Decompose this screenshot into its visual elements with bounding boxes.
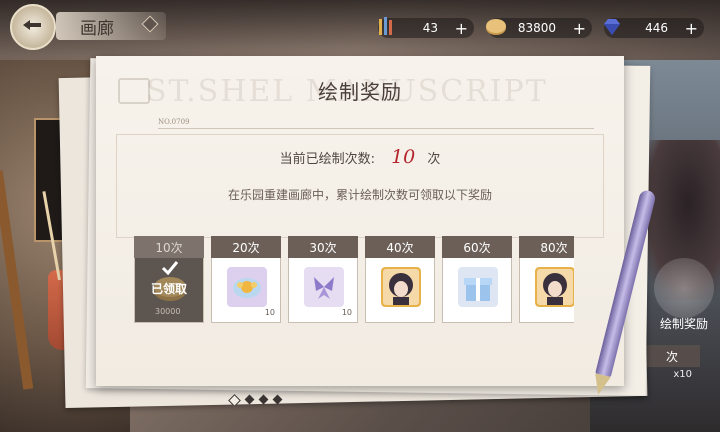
tier-body: 已领取 30000 — [134, 258, 204, 323]
tier-body — [365, 258, 435, 323]
tier-label: 40次 — [365, 236, 435, 258]
gift-box-icon — [458, 267, 498, 307]
back-button[interactable] — [10, 4, 56, 50]
paint-brushes-icon — [379, 17, 392, 35]
add-brushes-button[interactable]: + — [455, 19, 468, 38]
draw-count-row: 当前已绘制次数: 10 次 — [96, 146, 624, 168]
reward-panel: ST.SHEL MANUSCRIPT 绘制奖励 NO.0709 当前已绘制次数:… — [96, 56, 624, 386]
character-portrait-icon — [535, 267, 574, 307]
tier-body: 5 — [519, 258, 574, 323]
reward-tier[interactable]: 40次 — [365, 236, 435, 324]
draw-count-unit: 次 — [427, 152, 441, 167]
reward-tier[interactable]: 10次 已领取 30000 — [134, 236, 204, 324]
page-dot[interactable] — [272, 394, 283, 405]
page-dot[interactable] — [258, 394, 269, 405]
reward-tier[interactable]: 60次 — [442, 236, 512, 324]
reward-tier[interactable]: 80次 5 — [519, 236, 574, 324]
tier-quantity: 10 — [341, 308, 352, 317]
tier-label: 80次 — [519, 236, 574, 258]
draw-reward-side-button[interactable]: 绘制奖励 — [654, 258, 714, 331]
claimed-label: 已领取 — [150, 282, 187, 296]
back-icon — [23, 20, 41, 30]
coins-count: 83800 — [517, 21, 556, 35]
add-coins-button[interactable]: + — [573, 19, 586, 38]
resource-brushes: 43 + — [378, 17, 474, 38]
tier-quantity: 30000 — [155, 307, 181, 316]
character-portrait-icon — [381, 267, 421, 307]
tier-body: 10 — [288, 258, 358, 323]
brushes-count: 43 — [422, 21, 438, 35]
checkmark-icon — [161, 261, 179, 276]
resource-gems: 446 + — [604, 18, 704, 38]
draw-times-badge: 次 — [644, 345, 700, 367]
tier-label: 30次 — [288, 236, 358, 258]
tier-label: 60次 — [442, 236, 512, 258]
top-bar: 画廊 43 + 83800 + 446 + — [0, 0, 720, 56]
resource-coins: 83800 + — [486, 18, 592, 38]
draw-reward-side-label: 绘制奖励 — [659, 317, 708, 331]
tier-body — [442, 258, 512, 323]
purple-butterfly-icon — [304, 267, 344, 307]
gold-coin-icon — [486, 19, 506, 35]
reward-description: 在乐园重建画廊中，累计绘制次数可领取以下奖励 — [227, 188, 492, 202]
tier-label: 10次 — [134, 236, 204, 258]
document-number: NO.0709 — [158, 118, 190, 126]
tier-quantity: 10 — [264, 308, 275, 317]
draw-times-count: x10 — [673, 369, 692, 380]
reward-tier[interactable]: 30次 10 — [288, 236, 358, 324]
divider — [158, 128, 594, 129]
page-dot[interactable] — [244, 394, 255, 405]
reward-tier[interactable]: 20次 10 — [211, 236, 281, 324]
gems-count: 446 — [645, 21, 668, 35]
add-gems-button[interactable]: + — [685, 19, 698, 38]
page-dot[interactable] — [228, 394, 241, 407]
blue-gem-icon — [604, 19, 620, 35]
gold-flower-plate-icon — [227, 267, 267, 307]
draw-count-value: 10 — [391, 146, 416, 168]
tier-label: 20次 — [211, 236, 281, 258]
page-title: 画廊 — [80, 19, 114, 39]
tier-body: 10 — [211, 258, 281, 323]
panel-title: 绘制奖励 — [318, 80, 402, 104]
draw-count-label: 当前已绘制次数: — [279, 152, 375, 167]
pagination-dots — [228, 394, 283, 407]
reward-tiers: 10次 已领取 30000 20次 10 30次 10 40次 60次 80次 — [134, 236, 574, 324]
